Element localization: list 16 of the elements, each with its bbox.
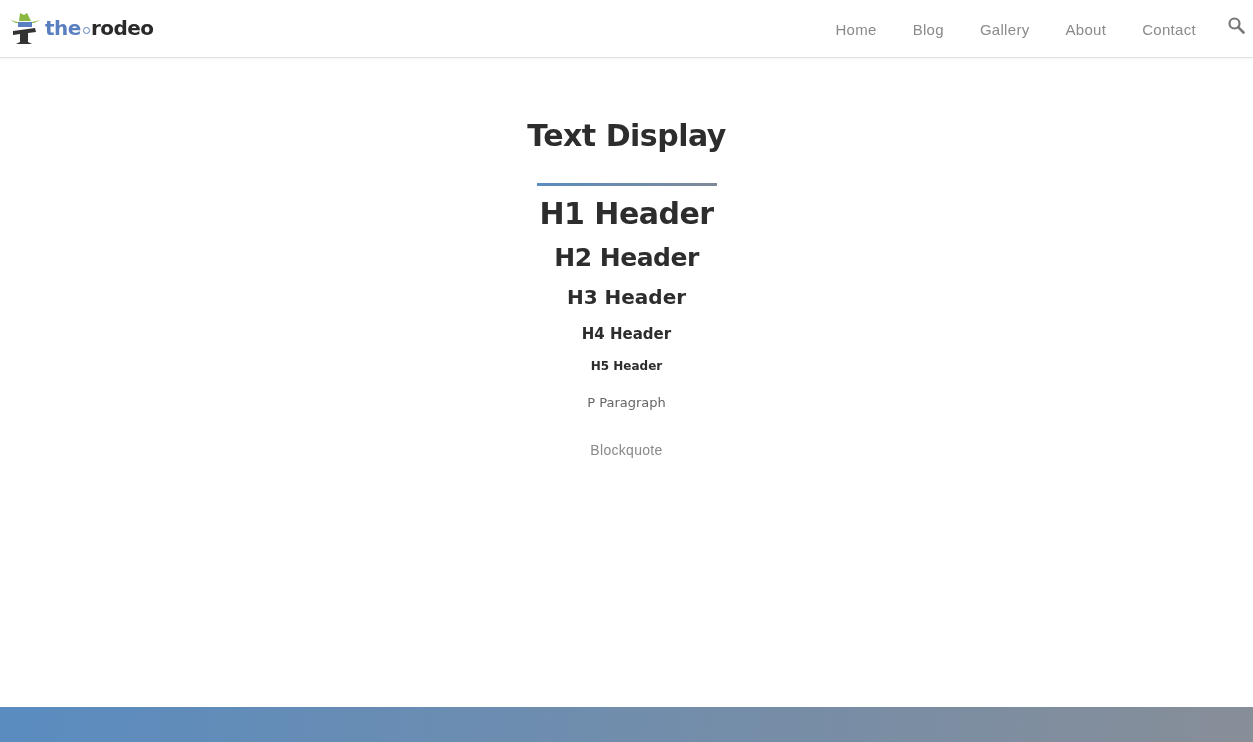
cowboy-logo-icon xyxy=(8,10,42,45)
page-title: Text Display xyxy=(527,118,726,153)
nav-link[interactable]: Contact xyxy=(1124,21,1214,38)
heading-sample: H5 Header xyxy=(590,359,663,373)
heading-sample: H3 Header xyxy=(566,285,687,309)
paragraph-sample: P Paragraph xyxy=(587,395,666,410)
heading-sample: H2 Header xyxy=(554,243,699,272)
blockquote-sample: Blockquote xyxy=(590,442,663,458)
search-icon[interactable] xyxy=(1228,17,1245,34)
nav-link[interactable]: Home xyxy=(817,21,895,38)
heading-sample: H1 Header xyxy=(539,196,714,231)
heading-sample: H4 Header xyxy=(581,325,672,343)
nav-link[interactable]: Blog xyxy=(894,21,962,38)
nav-link[interactable]: Gallery xyxy=(961,21,1048,38)
logo-wordmark[interactable]: the rodeo xyxy=(45,15,154,40)
nav-link[interactable]: About xyxy=(1047,21,1125,38)
